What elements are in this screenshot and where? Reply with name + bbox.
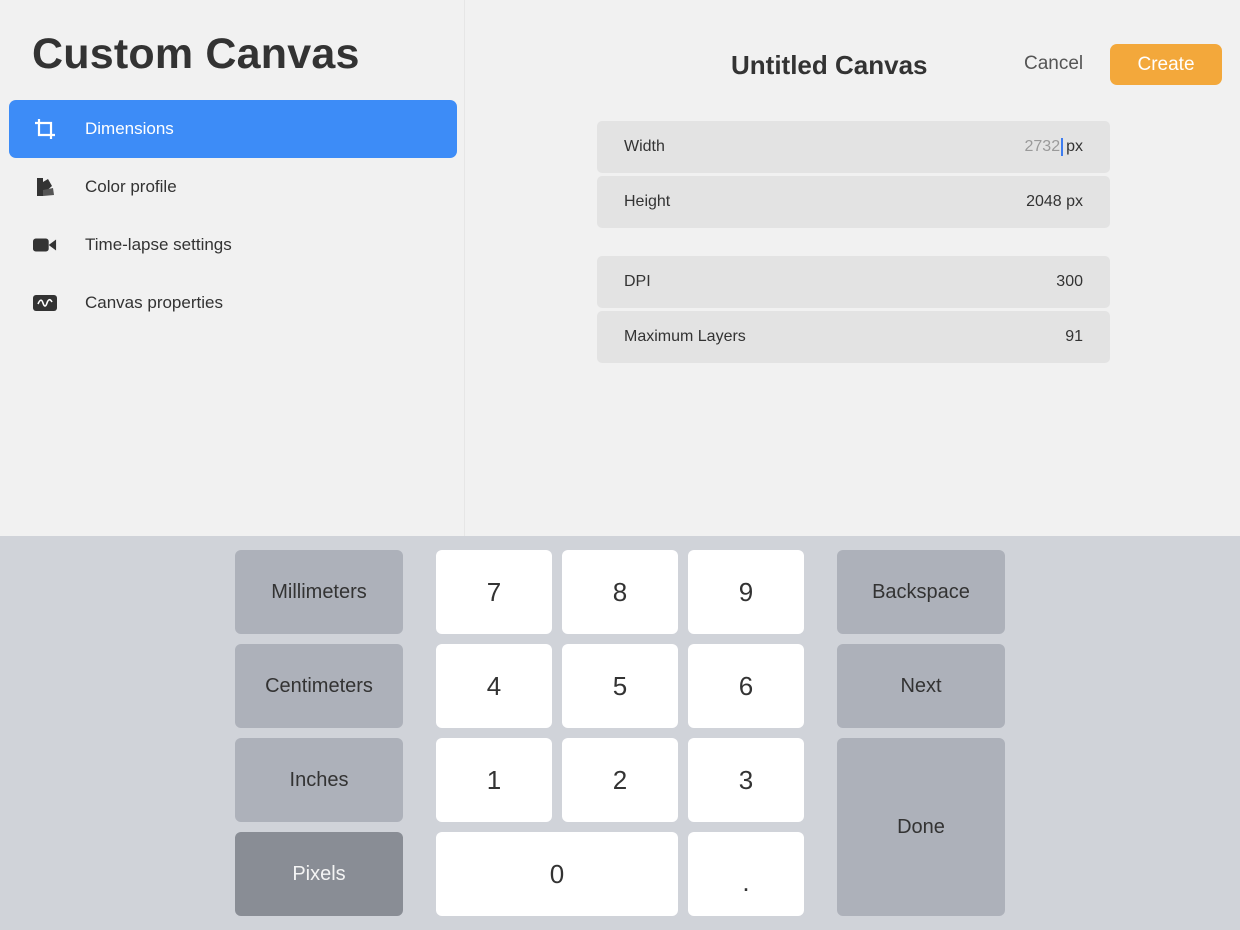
sidebar-item-label: Time-lapse settings <box>85 235 232 254</box>
key-9[interactable]: 9 <box>688 550 804 634</box>
height-field[interactable]: Height 2048 px <box>597 176 1110 228</box>
dpi-label: DPI <box>624 273 651 290</box>
height-label: Height <box>624 193 671 210</box>
color-swatch-icon <box>33 175 57 199</box>
create-button[interactable]: Create <box>1110 44 1222 85</box>
sidebar-item-color-profile[interactable]: Color profile <box>9 158 457 216</box>
canvas-title: Untitled Canvas <box>731 50 928 80</box>
crop-icon <box>33 117 57 141</box>
key-decimal[interactable]: . <box>688 832 804 916</box>
top-area: Custom Canvas Dimensions Color profile T… <box>0 0 1240 536</box>
unit-pixels-button[interactable]: Pixels <box>235 832 403 916</box>
sidebar-item-label: Color profile <box>85 177 177 196</box>
max-layers-label: Maximum Layers <box>624 328 746 345</box>
key-2[interactable]: 2 <box>562 738 678 822</box>
max-layers-value: 91 <box>1065 328 1083 345</box>
key-6[interactable]: 6 <box>688 644 804 728</box>
width-value: 2732 <box>1024 138 1061 155</box>
key-8[interactable]: 8 <box>562 550 678 634</box>
width-field[interactable]: Width 2732 px <box>597 121 1110 173</box>
width-value-group: 2732 px <box>1024 138 1083 156</box>
width-label: Width <box>624 138 665 155</box>
key-1[interactable]: 1 <box>436 738 552 822</box>
backspace-button[interactable]: Backspace <box>837 550 1005 634</box>
key-5[interactable]: 5 <box>562 644 678 728</box>
sidebar-item-dimensions[interactable]: Dimensions <box>9 100 457 158</box>
sidebar-item-label: Dimensions <box>85 119 174 138</box>
waveform-icon <box>33 291 57 315</box>
dpi-field[interactable]: DPI 300 <box>597 256 1110 308</box>
text-caret <box>1061 138 1064 156</box>
video-camera-icon <box>33 233 57 257</box>
key-0[interactable]: 0 <box>436 832 678 916</box>
dpi-value: 300 <box>1056 273 1083 290</box>
sidebar-item-time-lapse[interactable]: Time-lapse settings <box>9 216 457 274</box>
max-layers-field[interactable]: Maximum Layers 91 <box>597 311 1110 363</box>
numeric-keypad: Millimeters Centimeters Inches Pixels 7 … <box>0 536 1240 930</box>
main-panel: Untitled Canvas Cancel Create Width 2732… <box>466 0 1240 536</box>
key-3[interactable]: 3 <box>688 738 804 822</box>
unit-inches-button[interactable]: Inches <box>235 738 403 822</box>
done-button[interactable]: Done <box>837 738 1005 916</box>
key-7[interactable]: 7 <box>436 550 552 634</box>
cancel-button[interactable]: Cancel <box>1024 53 1083 75</box>
sidebar-item-label: Canvas properties <box>85 293 223 312</box>
page-title: Custom Canvas <box>32 30 360 78</box>
unit-centimeters-button[interactable]: Centimeters <box>235 644 403 728</box>
key-4[interactable]: 4 <box>436 644 552 728</box>
next-button[interactable]: Next <box>837 644 1005 728</box>
height-value: 2048 px <box>1026 193 1083 210</box>
unit-millimeters-button[interactable]: Millimeters <box>235 550 403 634</box>
width-unit: px <box>1066 138 1083 155</box>
sidebar: Custom Canvas Dimensions Color profile T… <box>0 0 465 536</box>
sidebar-item-canvas-properties[interactable]: Canvas properties <box>9 274 457 332</box>
